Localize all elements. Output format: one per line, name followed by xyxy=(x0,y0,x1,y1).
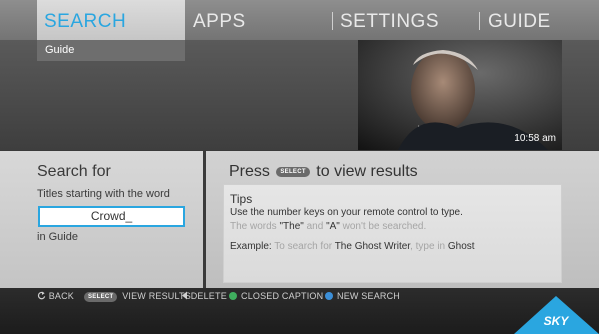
clock-time: 10:58 am xyxy=(514,133,556,144)
select-button-icon: SELECT xyxy=(276,166,310,177)
tip-number-keys: Use the number keys on your remote contr… xyxy=(230,207,463,218)
nav-separator xyxy=(479,12,480,30)
search-for-heading: Search for xyxy=(37,163,111,180)
nav-tab-settings[interactable]: SETTINGS xyxy=(340,0,439,40)
tip-text: The words xyxy=(230,221,280,232)
tips-title: Tips xyxy=(230,192,253,206)
closed-caption-hint[interactable]: CLOSED CAPTION xyxy=(229,291,323,301)
closed-caption-label: CLOSED CAPTION xyxy=(241,291,324,301)
subtab-guide[interactable]: Guide xyxy=(37,40,185,61)
tip-text: and xyxy=(303,221,327,232)
nav-tab-search[interactable]: SEARCH xyxy=(37,0,185,40)
tip-stop-words: The words "The" and "A" won't be searche… xyxy=(230,221,426,232)
green-button-icon xyxy=(229,291,237,300)
select-button-icon: SELECT xyxy=(84,291,118,302)
back-label: BACK xyxy=(48,291,75,301)
nav-tab-apps[interactable]: APPS xyxy=(193,0,246,40)
tip-example-label: Example: xyxy=(230,241,272,252)
sky-logo: SKY xyxy=(514,296,599,334)
back-hint[interactable]: BACK xyxy=(37,291,74,301)
top-navigation: SEARCH APPS SETTINGS GUIDE xyxy=(0,0,599,40)
tip-text: , type in xyxy=(410,241,448,252)
tip-example-word: Ghost xyxy=(447,241,475,252)
back-arrow-icon xyxy=(37,291,46,300)
tip-example-title: The Ghost Writer xyxy=(334,241,411,252)
delete-label: DELETE xyxy=(190,291,227,301)
nav-separator xyxy=(332,12,333,30)
search-mode-label: Titles starting with the word xyxy=(37,188,170,200)
new-search-hint[interactable]: NEW SEARCH xyxy=(325,291,400,301)
tip-word-a: "A" xyxy=(326,221,340,232)
press-select-heading: Press SELECT to view results xyxy=(229,163,418,181)
sky-logo-text: SKY xyxy=(544,314,570,328)
delete-arrow-icon xyxy=(182,291,187,300)
tip-text: To search for xyxy=(271,241,335,252)
blue-button-icon xyxy=(325,291,333,300)
tip-text: won't be searched. xyxy=(339,221,427,232)
select-hint[interactable]: SELECT VIEW RESULTS xyxy=(84,291,191,302)
view-results-label: to view results xyxy=(316,163,418,180)
tip-word-the: "The" xyxy=(279,221,304,232)
tip-example: Example: To search for The Ghost Writer,… xyxy=(230,241,475,252)
search-scope-label: in Guide xyxy=(37,231,78,243)
new-search-label: NEW SEARCH xyxy=(337,291,401,301)
video-preview: 10:58 am xyxy=(358,40,562,150)
delete-hint[interactable]: DELETE xyxy=(181,291,227,301)
tips-box xyxy=(223,184,562,283)
search-input[interactable]: Crowd_ xyxy=(38,206,185,227)
nav-tab-guide[interactable]: GUIDE xyxy=(488,0,551,40)
press-label: Press xyxy=(229,163,270,180)
